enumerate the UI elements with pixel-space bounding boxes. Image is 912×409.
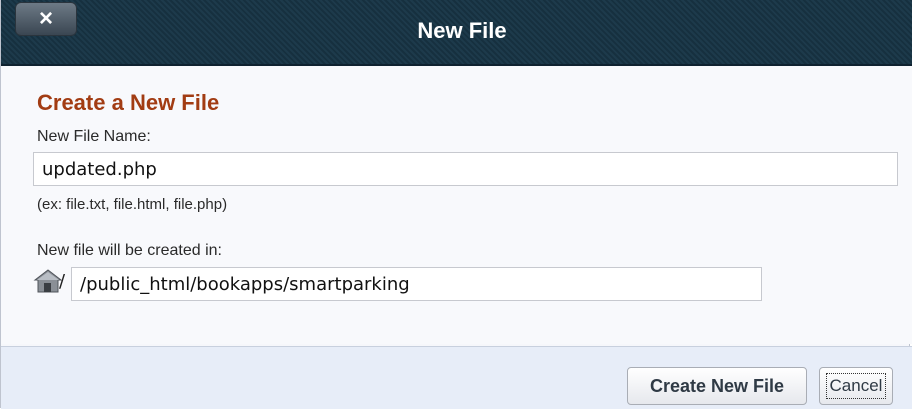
cancel-button[interactable]: Cancel: [819, 367, 893, 405]
dialog-body: Create a New File New File Name: updated…: [1, 66, 912, 344]
create-new-file-button[interactable]: Create New File: [627, 367, 807, 405]
file-name-input[interactable]: updated.php: [33, 152, 898, 186]
section-heading: Create a New File: [37, 90, 220, 115]
dialog-footer: Create New File Cancel: [1, 346, 912, 409]
file-name-hint: (ex: file.txt, file.html, file.php): [37, 196, 228, 213]
location-input[interactable]: /public_html/bookapps/smartparking: [71, 267, 762, 301]
new-file-dialog: × New File Create a New File New File Na…: [0, 0, 912, 409]
title-bar: × New File: [1, 0, 912, 66]
dialog-title: New File: [417, 18, 507, 43]
path-separator: /: [59, 271, 66, 292]
file-name-label: New File Name:: [37, 128, 151, 145]
location-label: New file will be created in:: [37, 242, 222, 259]
create-button-label: Create New File: [649, 375, 785, 396]
cancel-button-label: Cancel: [825, 373, 887, 399]
